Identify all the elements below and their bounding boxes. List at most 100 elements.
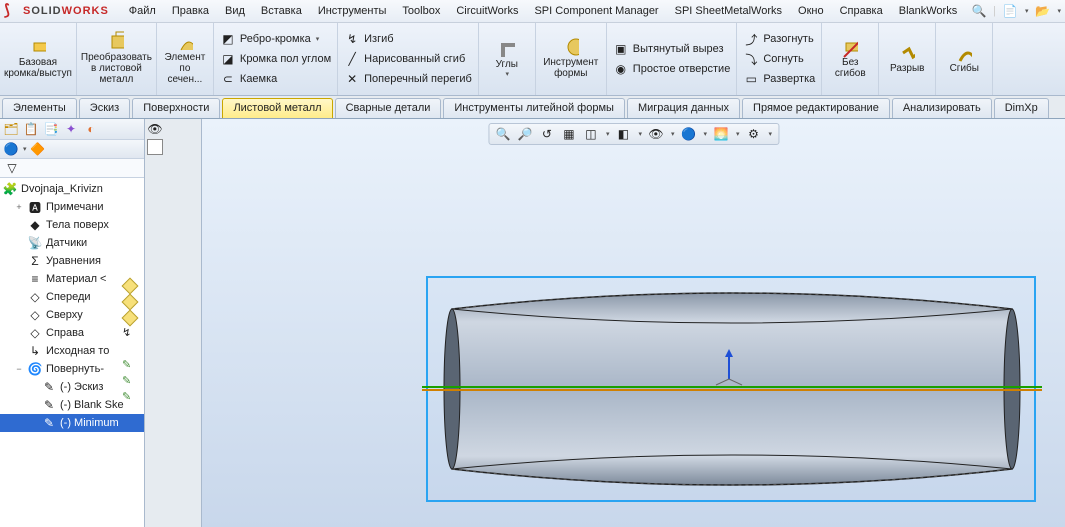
- bends-icon: [956, 45, 972, 61]
- unfold-icon: ⤴: [743, 31, 759, 47]
- tree-node[interactable]: ◇Сверху: [0, 306, 144, 324]
- tab-sheetmetal[interactable]: Листовой металл: [222, 98, 332, 118]
- menu-view[interactable]: Вид: [217, 2, 253, 20]
- part-geometry[interactable]: [422, 269, 1042, 509]
- ribbon-simple-hole[interactable]: ◉Простое отверстие: [609, 60, 735, 78]
- dropdown-icon[interactable]: ▾: [769, 130, 773, 138]
- ribbon-bend-group: ↯Изгиб ╱Нарисованный сгиб ✕Поперечный пе…: [338, 23, 479, 95]
- forming-tool-icon: [563, 39, 579, 55]
- dimxpert-tab-icon[interactable]: ✦: [62, 120, 80, 138]
- tree-node-label: Сверху: [46, 309, 83, 321]
- menu-edit[interactable]: Правка: [164, 2, 217, 20]
- feature-filter[interactable]: ▽: [0, 159, 144, 178]
- ribbon-cross-break[interactable]: ✕Поперечный перегиб: [340, 70, 476, 88]
- tab-evaluate[interactable]: Анализировать: [892, 98, 992, 118]
- ribbon-extruded-cut[interactable]: ▣Вытянутый вырез: [609, 40, 735, 58]
- view-orientation-icon[interactable]: ◫: [583, 126, 599, 142]
- tab-direct-edit[interactable]: Прямое редактирование: [742, 98, 890, 118]
- edge-flange-icon: ◩: [220, 31, 236, 47]
- prev-view-icon[interactable]: ↺: [539, 126, 555, 142]
- ribbon-bends[interactable]: Сгибы: [936, 23, 993, 95]
- menu-file[interactable]: Файл: [121, 2, 164, 20]
- view-settings-icon[interactable]: ⚙: [746, 126, 762, 142]
- dropdown-icon[interactable]: ▾: [671, 130, 675, 138]
- menu-window[interactable]: Окно: [790, 2, 832, 20]
- apply-scene-icon[interactable]: 🌅: [713, 126, 729, 142]
- ribbon-fold-group: ⤴Разогнуть ⤵Согнуть ▭Развертка: [737, 23, 822, 95]
- config-tab-icon[interactable]: 📑: [42, 120, 60, 138]
- hide-show-icon[interactable]: 👁: [147, 121, 163, 137]
- ribbon-edge-flange[interactable]: ◩Ребро-кромка▾: [216, 30, 335, 48]
- flatten-icon: ▭: [743, 71, 759, 87]
- tab-features[interactable]: Элементы: [2, 98, 77, 118]
- tree-node[interactable]: +🅰Примечани: [0, 198, 144, 216]
- ribbon-rip[interactable]: Разрыв: [879, 23, 936, 95]
- ribbon-unfold[interactable]: ⤴Разогнуть: [739, 30, 819, 48]
- cross-break-icon: ✕: [344, 71, 360, 87]
- tree-node[interactable]: ✎(-) Minimum: [0, 414, 144, 432]
- ribbon-convert-sheetmetal[interactable]: Преобразовать в листовой металл: [77, 23, 157, 95]
- ribbon-forming-tool[interactable]: Инструмент формы: [536, 23, 607, 95]
- tab-data-migration[interactable]: Миграция данных: [627, 98, 740, 118]
- menu-circuitworks[interactable]: CircuitWorks: [448, 2, 526, 20]
- menu-spi-sheetmetal[interactable]: SPI SheetMetalWorks: [667, 2, 790, 20]
- ribbon-jog[interactable]: ↯Изгиб: [340, 30, 476, 48]
- tab-sketch[interactable]: Эскиз: [79, 98, 130, 118]
- ribbon-fold[interactable]: ⤵Согнуть: [739, 50, 819, 68]
- tree-node-label: Повернуть-: [46, 363, 104, 375]
- tree-twisty[interactable]: +: [14, 202, 24, 212]
- graphics-view[interactable]: 🔍 🔎 ↺ ▦ ◫ ▾ ◧ ▾ 👁 ▾ 🔵 ▾ 🌅 ▾ ⚙ ▾: [202, 119, 1065, 527]
- zoom-fit-icon[interactable]: 🔍: [495, 126, 511, 142]
- miter-flange-icon: ◪: [220, 51, 236, 67]
- zoom-area-icon[interactable]: 🔎: [517, 126, 533, 142]
- display-tab-icon[interactable]: ◐: [82, 120, 100, 138]
- tree-twisty[interactable]: −: [14, 364, 24, 374]
- display-style-icon[interactable]: ◧: [615, 126, 631, 142]
- menu-spi-component[interactable]: SPI Component Manager: [526, 2, 666, 20]
- command-tabs: Элементы Эскиз Поверхности Листовой мета…: [0, 96, 1065, 119]
- edit-appearance-icon[interactable]: 🔵: [681, 126, 697, 142]
- property-tab-icon[interactable]: 📋: [22, 120, 40, 138]
- tab-mold-tools[interactable]: Инструменты литейной формы: [443, 98, 625, 118]
- feature-tree-tab-icon[interactable]: 🗂: [2, 120, 20, 138]
- new-doc-icon[interactable]: 📄: [1002, 3, 1018, 19]
- tab-weldments[interactable]: Сварные детали: [335, 98, 442, 118]
- ribbon-sketched-bend[interactable]: ╱Нарисованный сгиб: [340, 50, 476, 68]
- ribbon-miter-flange[interactable]: ◪Кромка пол углом: [216, 50, 335, 68]
- menu-blankworks[interactable]: BlankWorks: [891, 2, 965, 20]
- menu-help[interactable]: Справка: [832, 2, 891, 20]
- tab-surfaces[interactable]: Поверхности: [132, 98, 220, 118]
- section-view-icon[interactable]: ▦: [561, 126, 577, 142]
- material-icon: ≡: [27, 271, 43, 287]
- decal-icon[interactable]: 🔶: [29, 140, 47, 158]
- menu-tools[interactable]: Инструменты: [310, 2, 395, 20]
- dropdown-icon[interactable]: ▾: [736, 130, 740, 138]
- feature-tree[interactable]: 🧩 Dvojnaja_Krivizn +🅰Примечани◆Тела пове…: [0, 178, 144, 527]
- tree-root[interactable]: 🧩 Dvojnaja_Krivizn: [0, 180, 144, 198]
- tree-node-label: Датчики: [46, 237, 87, 249]
- dropdown-icon[interactable]: ▾: [23, 145, 27, 153]
- dropdown-icon[interactable]: ▾: [638, 130, 642, 138]
- search-icon[interactable]: 🔍: [971, 3, 987, 19]
- ribbon-flatten[interactable]: ▭Развертка: [739, 70, 819, 88]
- appearance-icon[interactable]: 🔵: [2, 140, 20, 158]
- hide-show-items-icon[interactable]: 👁: [648, 126, 664, 142]
- tree-node[interactable]: 📡Датчики: [0, 234, 144, 252]
- tree-node[interactable]: ΣУравнения: [0, 252, 144, 270]
- menu-insert[interactable]: Вставка: [253, 2, 310, 20]
- ribbon-hem[interactable]: ⊂Каемка: [216, 70, 335, 88]
- dropdown-icon[interactable]: ▾: [1025, 7, 1029, 15]
- tree-node[interactable]: ◆Тела поверх: [0, 216, 144, 234]
- open-doc-icon[interactable]: 📂: [1034, 3, 1050, 19]
- ribbon-lofted-bend[interactable]: Элемент по сечен...: [157, 23, 214, 95]
- tree-node-label: Примечани: [46, 201, 104, 213]
- dropdown-icon[interactable]: ▾: [606, 130, 610, 138]
- display-state-icon[interactable]: [147, 139, 163, 155]
- ribbon-corners[interactable]: Углы▾: [479, 23, 536, 95]
- dropdown-icon[interactable]: ▾: [704, 130, 708, 138]
- ribbon-base-flange[interactable]: Базовая кромка/выступ: [0, 23, 77, 95]
- ribbon-no-bends[interactable]: Без сгибов: [822, 23, 879, 95]
- dropdown-icon[interactable]: ▾: [1057, 7, 1061, 15]
- menu-toolbox[interactable]: Toolbox: [394, 2, 448, 20]
- tab-dimxpert[interactable]: DimXp: [994, 98, 1049, 118]
